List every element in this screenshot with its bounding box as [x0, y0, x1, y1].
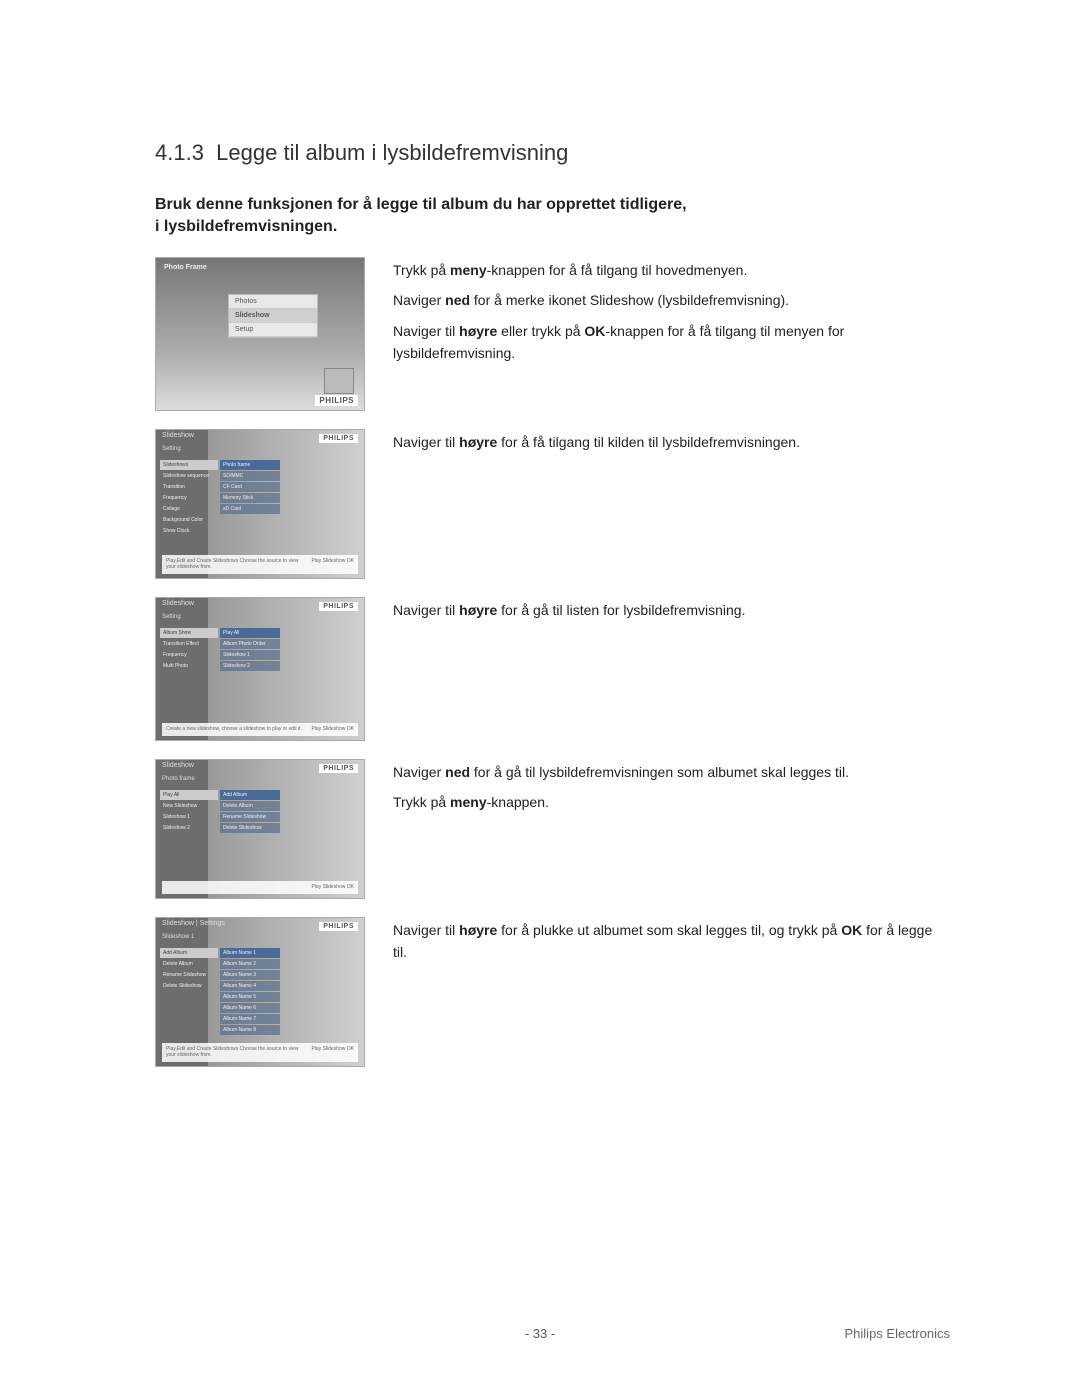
source-list: Photo frame SD/MMC CF Card Memory Stick …	[220, 460, 280, 515]
step-3-text: Naviger til høyre for å gå til listen fo…	[393, 597, 940, 629]
step-5-text: Naviger til høyre for å plukke ut albume…	[393, 917, 940, 972]
page-footer: - 33 - Philips Electronics	[0, 1326, 1080, 1341]
slideshow-list: Play All Album Photo Order Slideshow 1 S…	[220, 628, 280, 672]
philips-logo: PHILIPS	[315, 395, 358, 406]
screenshot-slideshow-list: Slideshow PHILIPS Setting Album Show Tra…	[155, 597, 365, 741]
main-menu-list: Photos Slideshow Setup	[228, 294, 318, 338]
slideshow-icon	[324, 368, 354, 394]
action-list: Add Album Delete Album Rename Slideshow …	[160, 948, 218, 992]
step-2: Slideshow PHILIPS Setting Slideshows Sli…	[155, 429, 940, 579]
philips-logo: PHILIPS	[319, 602, 358, 611]
screenshot-slideshow-source: Slideshow PHILIPS Setting Slideshows Sli…	[155, 429, 365, 579]
settings-list: Slideshows Slideshow sequence Transition…	[160, 460, 218, 537]
intro-text: Bruk denne funksjonen for å legge til al…	[155, 194, 940, 239]
step-4-text: Naviger ned for å gå til lysbildefremvis…	[393, 759, 940, 822]
settings-list: Album Show Transition Effect Frequency M…	[160, 628, 218, 672]
section-heading: 4.1.3 Legge til album i lysbildefremvisn…	[155, 140, 940, 166]
hint-footer: Play Slideshow OK	[162, 881, 358, 894]
step-1-text: Trykk på meny-knappen for å få tilgang t…	[393, 257, 940, 373]
philips-logo: PHILIPS	[319, 922, 358, 931]
album-list: Album Name 1 Album Name 2 Album Name 3 A…	[220, 948, 280, 1036]
step-1: Photo Frame Photos Slideshow Setup PHILI…	[155, 257, 940, 411]
page-number: - 33 -	[525, 1326, 555, 1341]
philips-logo: PHILIPS	[319, 434, 358, 443]
step-2-text: Naviger til høyre for å få tilgang til k…	[393, 429, 940, 461]
hint-footer: Play,Edit and Create Slideshows Choose t…	[162, 1043, 358, 1062]
action-list: Add Album Delete Album Rename Slideshow …	[220, 790, 280, 834]
section-title-text: Legge til album i lysbildefremvisning	[216, 140, 568, 165]
screenshot-album-select: Slideshow | Settings PHILIPS Slideshow 1…	[155, 917, 365, 1067]
footer-brand: Philips Electronics	[845, 1326, 951, 1341]
screenshot-main-menu: Photo Frame Photos Slideshow Setup PHILI…	[155, 257, 365, 411]
step-4: Slideshow PHILIPS Photo frame Play All N…	[155, 759, 940, 899]
hint-footer: Play,Edit and Create Slideshows Choose t…	[162, 555, 358, 574]
slideshow-list: Play All New Slideshow Slideshow 1 Slide…	[160, 790, 218, 834]
philips-logo: PHILIPS	[319, 764, 358, 773]
section-number: 4.1.3	[155, 140, 204, 165]
screenshot-slideshow-actions: Slideshow PHILIPS Photo frame Play All N…	[155, 759, 365, 899]
step-3: Slideshow PHILIPS Setting Album Show Tra…	[155, 597, 940, 741]
hint-footer: Create a new slideshow, choose a slidesh…	[162, 723, 358, 736]
step-5: Slideshow | Settings PHILIPS Slideshow 1…	[155, 917, 940, 1067]
